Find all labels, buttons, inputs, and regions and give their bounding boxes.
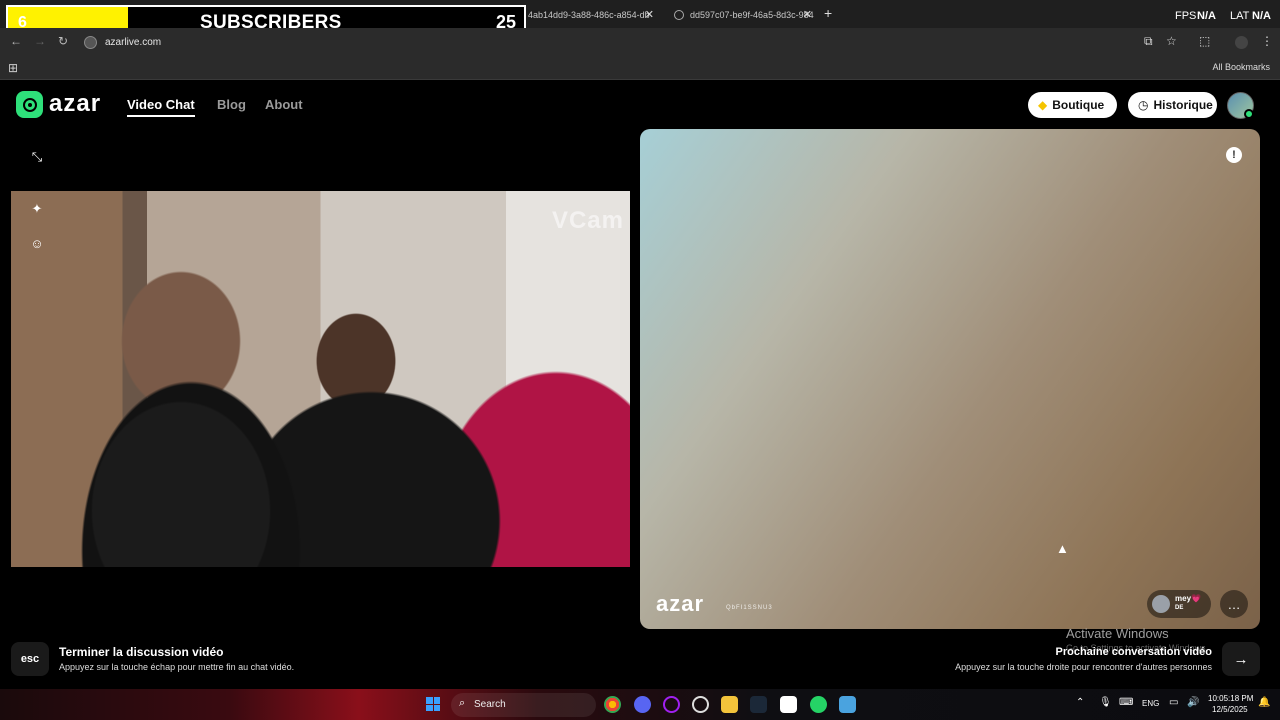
discord-icon[interactable] bbox=[634, 696, 651, 713]
historique-label: Historique bbox=[1153, 98, 1213, 112]
next-chat-button[interactable]: → bbox=[1222, 642, 1260, 676]
close-tab-icon[interactable]: ✕ bbox=[645, 8, 654, 21]
report-icon[interactable]: ! bbox=[1226, 147, 1242, 163]
logo-text[interactable]: azar bbox=[49, 90, 101, 118]
peer-name: mey💗 bbox=[1175, 594, 1201, 603]
gem-icon: ◆ bbox=[1038, 98, 1048, 112]
chrome-icon[interactable] bbox=[604, 696, 621, 713]
microphone-icon[interactable]: 🎙 bbox=[1099, 697, 1112, 708]
obs-icon[interactable] bbox=[692, 696, 709, 713]
partner-video-panel: ! azar QbFI1SSNU3 mey💗 DE … ▲ bbox=[640, 129, 1260, 629]
cast-icon[interactable]: ⧉ bbox=[1144, 34, 1153, 49]
tab-title: 4ab14dd9-3a88-486c-a854-db bbox=[528, 10, 650, 20]
whatsapp-icon[interactable] bbox=[810, 696, 827, 713]
clock-date[interactable]: 12/5/2025 bbox=[1212, 705, 1248, 714]
reload-icon[interactable]: ↻ bbox=[58, 34, 68, 48]
face-filter-icon[interactable]: ☺ bbox=[27, 233, 47, 253]
browser-tab[interactable]: 4ab14dd9-3a88-486c-a854-db ✕ bbox=[512, 4, 660, 26]
notification-icon[interactable]: 🔔 bbox=[1258, 697, 1270, 708]
chat-bubble-icon[interactable]: … bbox=[1220, 590, 1248, 618]
my-camera-feed: VCam bbox=[11, 191, 630, 567]
fps-value: N/A bbox=[1197, 10, 1216, 22]
windows-taskbar: ⌕ Search ⌃ 🎙 ⌨ ENG ▭ 🔊 10:05:18 PM 12/5/… bbox=[0, 689, 1280, 720]
peer-country: DE bbox=[1175, 605, 1184, 611]
online-status-dot bbox=[1244, 109, 1254, 119]
app-icon[interactable] bbox=[839, 696, 856, 713]
all-bookmarks[interactable]: All Bookmarks bbox=[1212, 62, 1270, 72]
end-chat-title: Terminer la discussion vidéo bbox=[59, 645, 224, 659]
effects-sparkle-icon[interactable]: ✦ bbox=[27, 199, 47, 219]
extensions-icon[interactable]: ⬚ bbox=[1199, 34, 1210, 48]
profile-icon[interactable] bbox=[1235, 36, 1248, 49]
next-chat-description: Appuyez sur la touche droite pour rencon… bbox=[955, 662, 1212, 672]
active-nav-indicator bbox=[127, 115, 195, 117]
app-header: azar Video Chat Blog About ◆ Boutique ◷ … bbox=[0, 81, 1280, 127]
windows-start-icon[interactable] bbox=[426, 697, 440, 711]
search-label: Search bbox=[474, 699, 506, 710]
taskbar-search[interactable]: ⌕ Search bbox=[451, 693, 596, 717]
peer-avatar bbox=[1152, 595, 1170, 613]
clock-time[interactable]: 10:05:18 PM bbox=[1208, 694, 1253, 703]
boutique-button[interactable]: ◆ Boutique bbox=[1028, 92, 1117, 118]
mouse-cursor-icon: ▲ bbox=[1056, 541, 1069, 556]
file-explorer-icon[interactable] bbox=[721, 696, 738, 713]
steam-icon[interactable] bbox=[750, 696, 767, 713]
collapse-icon[interactable]: ⤡ bbox=[27, 147, 47, 167]
volume-icon[interactable]: 🔊 bbox=[1187, 697, 1199, 708]
partner-watermark-id: QbFI1SSNU3 bbox=[726, 605, 773, 611]
bookmark-star-icon[interactable]: ☆ bbox=[1166, 34, 1177, 48]
url-field[interactable]: azarlive.com bbox=[105, 37, 161, 48]
search-icon: ⌕ bbox=[459, 697, 466, 709]
tab-title: dd597c07-be9f-46a5-8d3c-984 bbox=[690, 10, 814, 20]
keyboard-icon[interactable]: ⌨ bbox=[1119, 697, 1133, 708]
lat-label: LAT bbox=[1230, 10, 1250, 22]
fps-label: FPS bbox=[1175, 10, 1197, 22]
clock-icon: ◷ bbox=[1138, 98, 1149, 112]
historique-button[interactable]: ◷ Historique bbox=[1128, 92, 1217, 118]
bookmarks-bar: ⊞ All Bookmarks bbox=[0, 56, 1280, 80]
menu-icon[interactable]: ⋮ bbox=[1261, 34, 1273, 48]
azar-logo-icon[interactable] bbox=[16, 91, 43, 118]
nav-video-chat[interactable]: Video Chat bbox=[127, 97, 195, 112]
network-icon[interactable]: ▭ bbox=[1169, 697, 1178, 708]
opera-icon[interactable] bbox=[663, 696, 680, 713]
address-bar: ← → ↻ azarlive.com ⧉ ☆ ⬚ ⋮ bbox=[0, 28, 1280, 56]
lat-value: N/A bbox=[1252, 10, 1271, 22]
nav-blog[interactable]: Blog bbox=[217, 97, 246, 112]
forward-icon[interactable]: → bbox=[34, 34, 46, 48]
vcam-watermark: VCam bbox=[551, 207, 624, 234]
activate-windows-title: Activate Windows bbox=[1066, 626, 1169, 641]
capcut-icon[interactable] bbox=[780, 696, 797, 713]
tray-overflow-icon[interactable]: ⌃ bbox=[1076, 697, 1084, 708]
my-video-panel: ⤡ VCam ✦ ☺ bbox=[11, 129, 630, 629]
nav-about[interactable]: About bbox=[265, 97, 303, 112]
boutique-label: Boutique bbox=[1052, 98, 1105, 112]
new-tab-button[interactable]: + bbox=[824, 5, 832, 21]
next-chat-title: Prochaine conversation vidéo bbox=[1055, 646, 1213, 658]
end-chat-description: Appuyez sur la touche échap pour mettre … bbox=[59, 662, 295, 672]
apps-grid-icon[interactable]: ⊞ bbox=[8, 61, 18, 75]
back-icon[interactable]: ← bbox=[10, 34, 22, 48]
peer-profile-chip[interactable]: mey💗 DE bbox=[1147, 590, 1211, 618]
end-chat-key[interactable]: esc bbox=[11, 642, 49, 676]
browser-tab[interactable]: dd597c07-be9f-46a5-8d3c-984 ✕ bbox=[660, 4, 818, 26]
globe-icon bbox=[674, 10, 684, 20]
language-indicator[interactable]: ENG bbox=[1142, 699, 1159, 708]
partner-watermark-logo: azar bbox=[656, 591, 705, 616]
close-tab-icon[interactable]: ✕ bbox=[803, 8, 812, 21]
site-info-icon[interactable] bbox=[84, 36, 97, 49]
